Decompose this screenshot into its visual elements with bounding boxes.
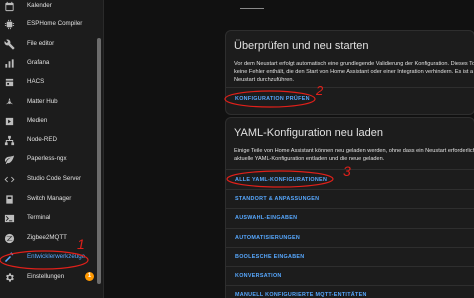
sidebar: Kalender ESPHome Compiler File editor Gr…	[0, 0, 104, 298]
sidebar-item-paperless[interactable]: Paperless-ngx	[0, 150, 103, 170]
card-title: YAML-Konfiguration neu laden	[234, 127, 384, 139]
sidebar-item-label: Matter Hub	[27, 98, 58, 105]
card-description-line: aktuelle YAML-Konfiguration entladen und…	[234, 156, 385, 162]
sidebar-item-label: File editor	[27, 40, 55, 47]
hammer-icon	[4, 252, 15, 263]
sidebar-item-label: Medien	[27, 117, 48, 124]
sidebar-item-label: Entwicklerwerkzeuge	[27, 253, 86, 260]
gear-icon	[4, 272, 15, 283]
wrench-icon	[4, 39, 15, 50]
reload-input-select-button[interactable]: AUSWAHL-EINGABEN	[235, 215, 297, 221]
zigbee-icon	[4, 233, 15, 244]
media-icon	[4, 116, 15, 127]
terminal-icon	[4, 213, 15, 224]
sidebar-item-label: Grafana	[27, 59, 50, 66]
reload-automations-button[interactable]: AUTOMATISIERUNGEN	[235, 235, 300, 241]
sidebar-item-einstellungen[interactable]: Einstellungen 1	[0, 268, 103, 288]
sidebar-item-terminal[interactable]: Terminal	[0, 209, 103, 229]
calendar-icon	[4, 1, 15, 12]
sidebar-item-label: Terminal	[27, 214, 51, 221]
sidebar-item-hacs[interactable]: HACS	[0, 73, 103, 93]
yaml-reload-card: YAML-Konfiguration neu laden Einige Teil…	[225, 117, 474, 298]
sidebar-item-matter-hub[interactable]: Matter Hub	[0, 93, 103, 113]
card-divider	[226, 208, 474, 209]
sidebar-item-switch-manager[interactable]: Switch Manager	[0, 190, 103, 210]
sidebar-item-label: Zigbee2MQTT	[27, 234, 67, 241]
card-divider	[226, 228, 474, 229]
reload-mqtt-button[interactable]: MANUELL KONFIGURIERTE MQTT-ENTITÄTEN	[235, 292, 367, 298]
card-divider	[226, 169, 474, 170]
sidebar-item-entwicklerwerkzeuge[interactable]: Entwicklerwerkzeuge	[0, 248, 103, 268]
sidebar-item-medien[interactable]: Medien	[0, 112, 103, 132]
sidebar-item-zigbee2mqtt[interactable]: Zigbee2MQTT	[0, 229, 103, 249]
sidebar-item-label: Einstellungen	[27, 273, 65, 280]
sidebar-item-label: HACS	[27, 78, 45, 85]
sidebar-item-esphome[interactable]: ESPHome Compiler	[0, 15, 103, 35]
sidebar-item-label: Paperless-ngx	[27, 155, 67, 162]
card-divider	[226, 87, 474, 88]
sidebar-item-label: Studio Code Server	[27, 175, 81, 182]
reload-all-yaml-button[interactable]: ALLE YAML-KONFIGURATIONEN	[235, 177, 327, 183]
tab-indicator	[240, 8, 264, 9]
sidebar-item-studio-code[interactable]: Studio Code Server	[0, 170, 103, 190]
sitemap-icon	[4, 135, 15, 146]
sidebar-item-grafana[interactable]: Grafana	[0, 54, 103, 74]
reload-input-boolean-button[interactable]: BOOLESCHE EINGABEN	[235, 254, 305, 260]
top-bar	[104, 0, 474, 14]
code-icon	[4, 174, 15, 185]
card-divider	[226, 247, 474, 248]
sidebar-item-file-editor[interactable]: File editor	[0, 35, 103, 55]
reload-location-button[interactable]: STANDORT & ANPASSUNGEN	[235, 196, 319, 202]
sidebar-scrollbar[interactable]	[97, 38, 101, 284]
reload-conversation-button[interactable]: KONVERSATION	[235, 273, 282, 279]
card-divider	[226, 189, 474, 190]
leaf-icon	[4, 154, 15, 165]
check-restart-card: Überprüfen und neu starten Vor dem Neust…	[225, 30, 474, 115]
notification-badge: 1	[85, 272, 94, 281]
card-divider	[226, 266, 474, 267]
card-divider	[226, 285, 474, 286]
sidebar-item-label: Kalender	[27, 2, 52, 9]
check-config-button[interactable]: KONFIGURATION PRÜFEN	[235, 96, 310, 102]
sidebar-item-label: Node-RED	[27, 136, 57, 143]
chart-icon	[4, 58, 15, 69]
card-title: Überprüfen und neu starten	[234, 40, 369, 52]
chip-icon	[4, 19, 15, 30]
sidebar-item-label: Switch Manager	[27, 195, 72, 202]
hacs-icon	[4, 77, 15, 88]
card-description-line: Neustart durchzuführen.	[234, 77, 295, 83]
sidebar-item-label: ESPHome Compiler	[27, 20, 83, 27]
sidebar-item-node-red[interactable]: Node-RED	[0, 131, 103, 151]
hub-icon	[4, 97, 15, 108]
switch-icon	[4, 194, 15, 205]
